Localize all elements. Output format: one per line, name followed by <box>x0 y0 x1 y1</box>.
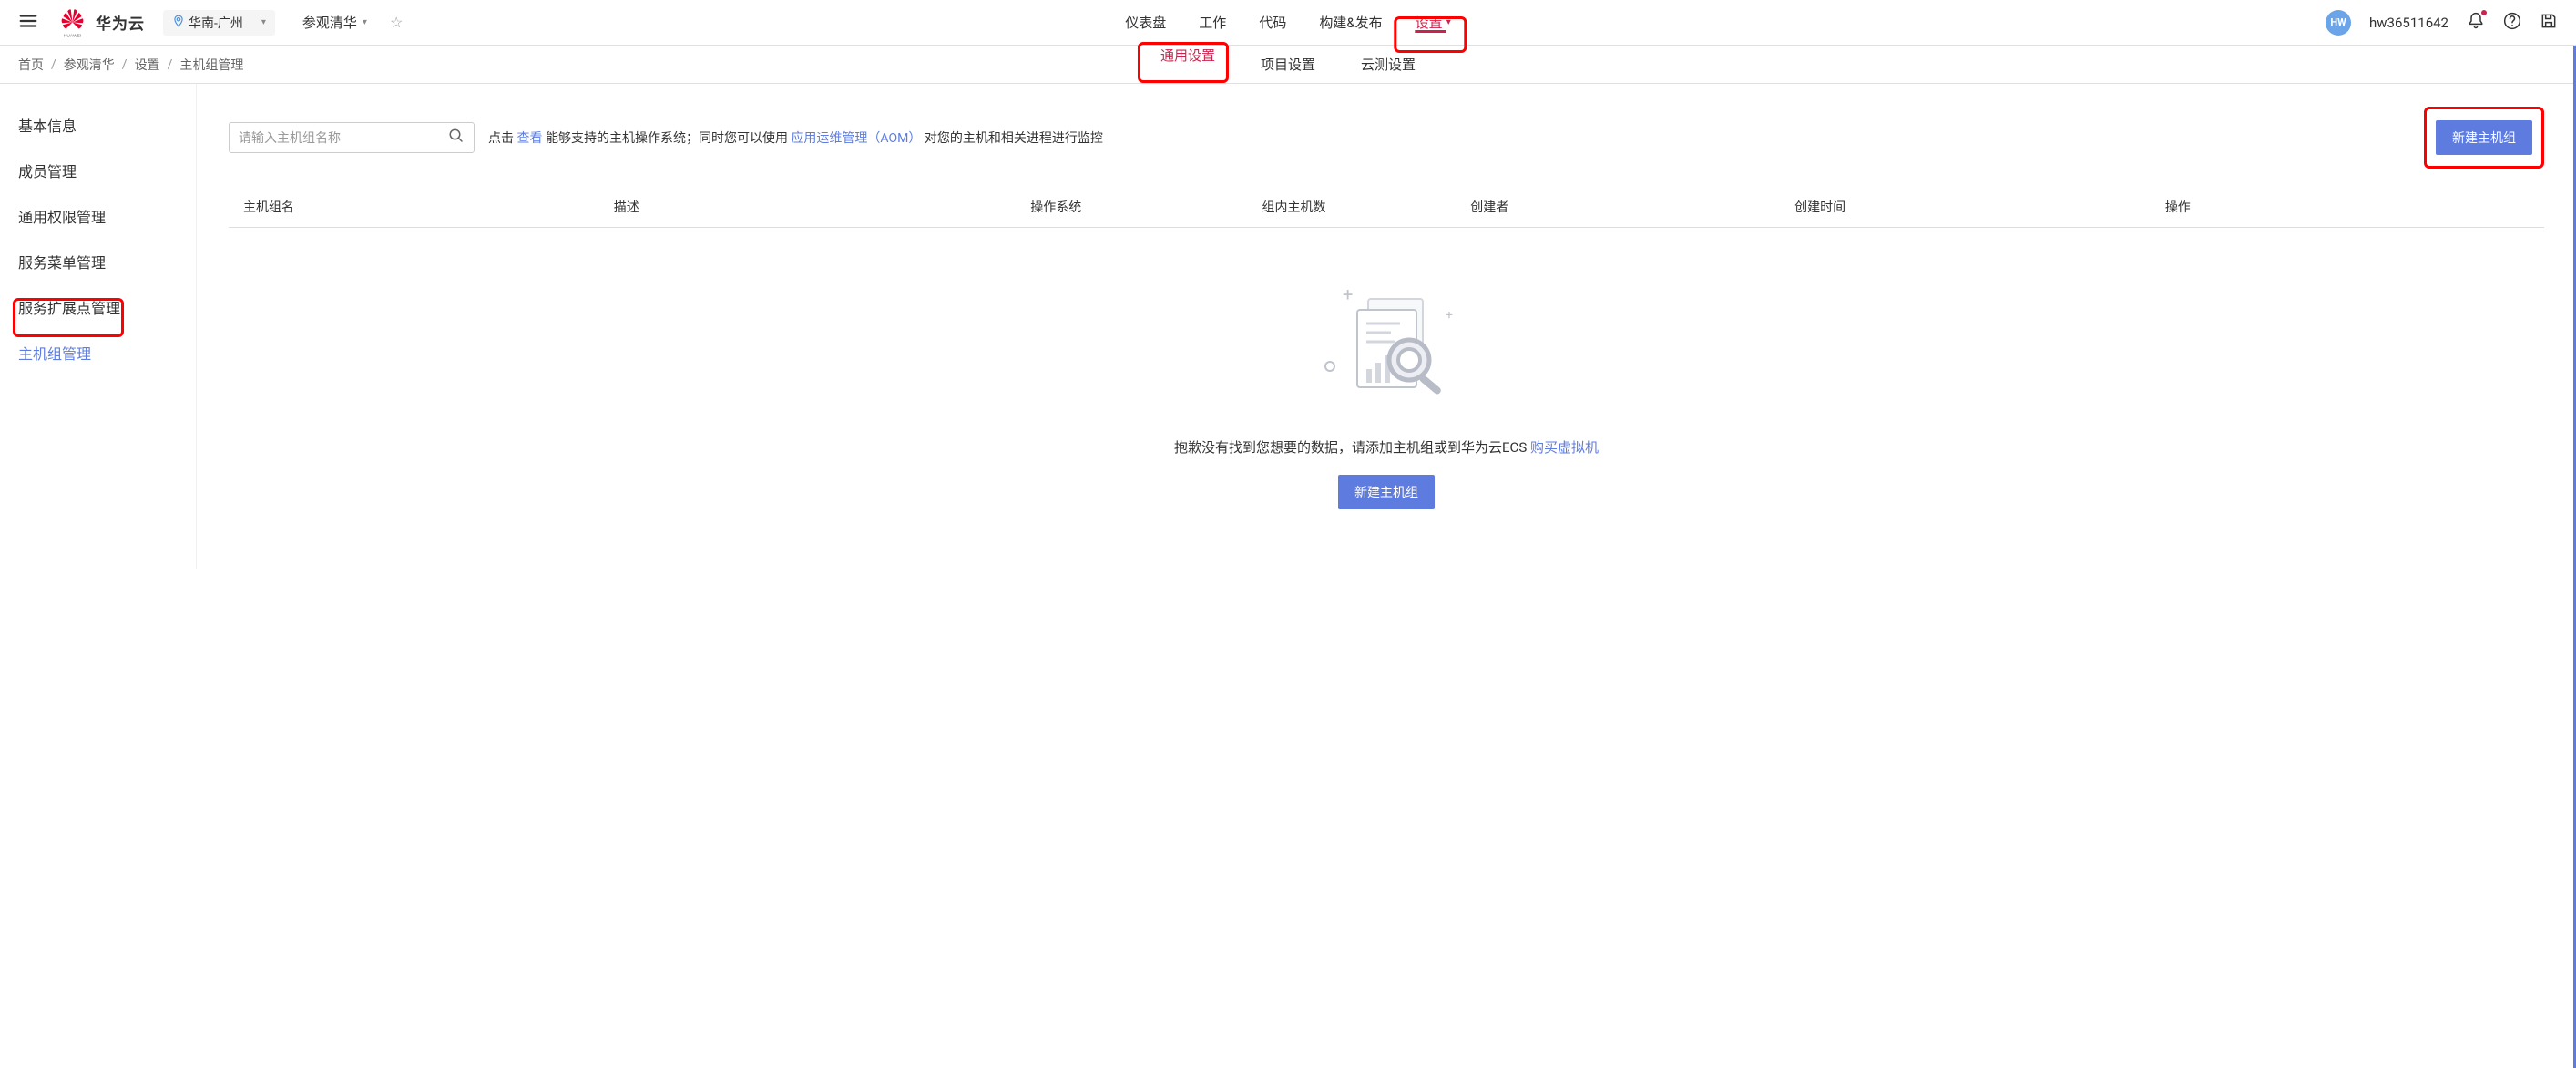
sidebar-item-service-ext-mgmt[interactable]: 服务扩展点管理 <box>0 284 196 330</box>
sidebar-item-basic-info[interactable]: 基本信息 <box>0 102 196 148</box>
toolbar: 点击 查看 能够支持的主机操作系统；同时您可以使用 应用运维管理（AOM） 对您… <box>229 107 2544 169</box>
sidebar-item-permission-mgmt[interactable]: 通用权限管理 <box>0 193 196 239</box>
breadcrumb-home[interactable]: 首页 <box>18 56 44 74</box>
breadcrumb-settings[interactable]: 设置 <box>135 56 160 74</box>
svg-text:+: + <box>1343 283 1353 305</box>
hint-link-view[interactable]: 查看 <box>516 131 542 146</box>
hamburger-menu-icon[interactable] <box>18 11 38 35</box>
svg-text:HUAWEI: HUAWEI <box>64 33 81 38</box>
region-selector[interactable]: 华南-广州 ▾ <box>163 10 275 36</box>
star-icon[interactable]: ☆ <box>390 14 403 31</box>
search-box <box>229 122 475 153</box>
avatar[interactable]: HW <box>2326 10 2351 36</box>
empty-state: + + <box>229 228 2544 546</box>
header-right: HW hw36511642 <box>2326 10 2558 36</box>
col-desc: 描述 <box>599 187 1017 228</box>
huawei-logo-icon: HUAWEI <box>56 6 88 38</box>
col-creator: 创建者 <box>1456 187 1780 228</box>
project-text: 参观清华 <box>302 13 357 32</box>
main-nav: 仪表盘 工作 代码 构建&发布 设置 ▾ <box>1109 0 1467 45</box>
nav-code[interactable]: 代码 <box>1242 0 1303 45</box>
main-content: 点击 查看 能够支持的主机操作系统；同时您可以使用 应用运维管理（AOM） 对您… <box>196 84 2576 569</box>
top-header: HUAWEI 华为云 华南-广州 ▾ 参观清华 ▾ ☆ 仪表盘 工作 代码 构建… <box>0 0 2576 46</box>
table-container: 主机组名 描述 操作系统 组内主机数 创建者 创建时间 操作 + + <box>229 187 2544 546</box>
hint-text: 点击 查看 能够支持的主机操作系统；同时您可以使用 应用运维管理（AOM） 对您… <box>488 128 1103 147</box>
breadcrumb-project[interactable]: 参观清华 <box>64 56 115 74</box>
notification-dot <box>2481 10 2487 15</box>
hostgroup-table: 主机组名 描述 操作系统 组内主机数 创建者 创建时间 操作 <box>229 187 2544 228</box>
nav-build-release[interactable]: 构建&发布 <box>1303 0 1398 45</box>
col-createtime: 创建时间 <box>1780 187 2151 228</box>
col-hostcount: 组内主机数 <box>1247 187 1456 228</box>
subnav-general-settings[interactable]: 通用设置 <box>1138 46 1238 65</box>
col-name: 主机组名 <box>229 187 599 228</box>
logo-text: 华为云 <box>96 11 145 34</box>
subnav-project-settings[interactable]: 项目设置 <box>1238 46 1338 83</box>
project-selector[interactable]: 参观清华 ▾ <box>302 13 367 32</box>
sidebar-item-service-menu-mgmt[interactable]: 服务菜单管理 <box>0 239 196 284</box>
chevron-down-icon: ▾ <box>363 17 367 27</box>
sidebar-item-hostgroup-mgmt[interactable]: 主机组管理 <box>0 330 196 375</box>
empty-illustration: + + <box>1304 282 1468 410</box>
sidebar: 基本信息 成员管理 通用权限管理 服务菜单管理 服务扩展点管理 主机组管理 <box>0 84 196 569</box>
location-icon <box>172 15 185 31</box>
help-icon[interactable] <box>2503 12 2521 34</box>
nav-settings[interactable]: 设置 ▾ <box>1399 13 1467 32</box>
nav-dashboard[interactable]: 仪表盘 <box>1109 0 1182 45</box>
chevron-down-icon: ▾ <box>261 17 266 27</box>
svg-text:+: + <box>1446 308 1453 323</box>
empty-link-buy-vm[interactable]: 购买虚拟机 <box>1530 439 1599 456</box>
col-actions: 操作 <box>2151 187 2544 228</box>
region-text: 华南-广州 <box>189 14 243 32</box>
subnav-cloud-settings[interactable]: 云测设置 <box>1338 46 1438 83</box>
chevron-down-icon: ▾ <box>1446 17 1451 27</box>
table-header-row: 主机组名 描述 操作系统 组内主机数 创建者 创建时间 操作 <box>229 187 2544 228</box>
breadcrumb-hostgroup[interactable]: 主机组管理 <box>179 56 243 74</box>
empty-create-hostgroup-button[interactable]: 新建主机组 <box>1338 475 1435 509</box>
search-icon[interactable] <box>448 128 465 148</box>
content-wrapper: 基本信息 成员管理 通用权限管理 服务菜单管理 服务扩展点管理 主机组管理 点击… <box>0 84 2576 569</box>
username: hw36511642 <box>2369 15 2448 31</box>
sidebar-item-member-mgmt[interactable]: 成员管理 <box>0 148 196 193</box>
hint-link-aom[interactable]: 应用运维管理（AOM） <box>791 131 921 146</box>
nav-work[interactable]: 工作 <box>1182 0 1242 45</box>
sub-header: 首页 / 参观清华 / 设置 / 主机组管理 通用设置 项目设置 云测设置 <box>0 46 2576 84</box>
sub-nav: 通用设置 项目设置 云测设置 <box>1138 46 1438 83</box>
search-input[interactable] <box>239 130 448 145</box>
notification-icon[interactable] <box>2467 12 2485 34</box>
empty-text: 抱歉没有找到您想要的数据，请添加主机组或到华为云ECS 购买虚拟机 <box>1174 437 1599 457</box>
breadcrumb: 首页 / 参观清华 / 设置 / 主机组管理 <box>0 56 243 74</box>
logo[interactable]: HUAWEI 华为云 <box>56 6 145 38</box>
col-os: 操作系统 <box>1016 187 1247 228</box>
highlight-annotation: 新建主机组 <box>2424 107 2544 169</box>
create-hostgroup-button[interactable]: 新建主机组 <box>2436 120 2532 155</box>
save-icon[interactable] <box>2540 12 2558 34</box>
